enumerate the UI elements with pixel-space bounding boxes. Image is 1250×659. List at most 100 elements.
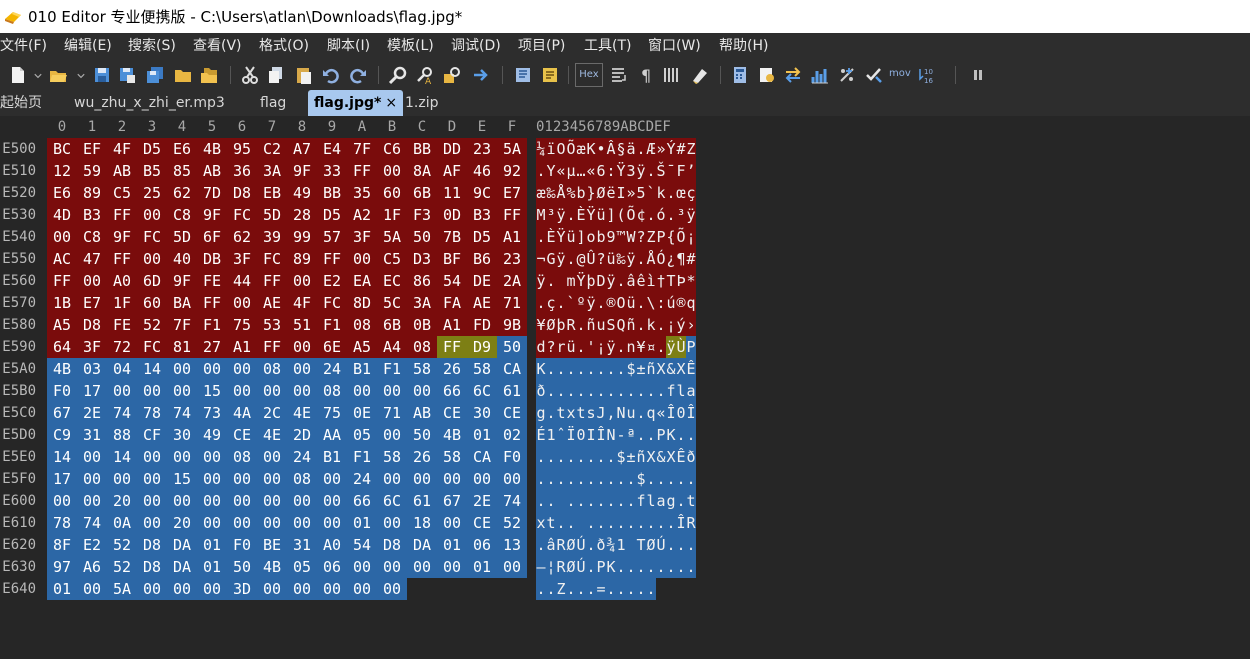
ascii-char[interactable]: . [666,468,676,490]
ascii-char[interactable]: ‰ [616,248,626,270]
hex-byte[interactable]: DE [467,270,497,292]
ascii-char[interactable]: . [676,468,686,490]
hex-byte[interactable]: 11 [437,182,467,204]
hex-byte[interactable]: 00 [167,380,197,402]
hex-byte[interactable]: 9B [497,314,527,336]
hex-byte[interactable]: CF [137,424,167,446]
hex-byte[interactable]: A0 [317,534,347,556]
ascii-char[interactable]: P [656,226,666,248]
hex-byte[interactable]: 3D [227,578,257,600]
hex-byte[interactable]: 00 [197,358,227,380]
hex-byte[interactable]: 95 [227,138,257,160]
hex-byte[interactable]: 00 [257,446,287,468]
ascii-char[interactable]: Ø [546,314,556,336]
ascii-char[interactable]: l [676,380,686,402]
ascii-char[interactable]: . [676,534,686,556]
hex-byte[interactable]: 62 [227,226,257,248]
ascii-char[interactable]: F [676,160,686,182]
hex-byte[interactable]: 00 [497,468,527,490]
ascii-char[interactable]: . [636,402,646,424]
ascii-char[interactable]: . [666,204,676,226]
hex-byte[interactable]: 58 [377,446,407,468]
hex-byte[interactable]: 3F [77,336,107,358]
ascii-char[interactable]: . [646,160,656,182]
hex-byte[interactable]: FC [257,248,287,270]
ascii-char[interactable]: . [646,424,656,446]
hex-byte[interactable]: BB [407,138,437,160]
hex-byte[interactable]: 5A [107,578,137,600]
ascii-char[interactable]: N [606,424,616,446]
ascii-char[interactable]: . [536,578,546,600]
ascii-char[interactable]: . [626,512,636,534]
pilcrow-icon[interactable]: ¶ [637,65,657,85]
hex-byte[interactable]: 00 [197,578,227,600]
ascii-char[interactable]: â [626,270,636,292]
ascii-char[interactable]: R [566,314,576,336]
ascii-char[interactable]: b [576,182,586,204]
ascii-char[interactable]: ý [676,314,686,336]
ascii-char[interactable]: Ø [566,556,576,578]
ascii-char[interactable]: . [646,468,656,490]
hex-byte[interactable]: 67 [437,490,467,512]
ascii-char[interactable]: Â [606,138,616,160]
hex-byte[interactable]: FF [257,336,287,358]
ascii-char[interactable]: 5 [636,182,646,204]
hex-byte[interactable]: F1 [377,358,407,380]
ascii-char[interactable]: ÿ [536,270,546,292]
ascii-char[interactable]: þ [586,270,596,292]
ascii-char[interactable]: . [686,556,696,578]
ascii-char[interactable]: 6 [596,160,606,182]
ascii-char[interactable]: Õ [626,204,636,226]
hex-byte[interactable]: 00 [377,380,407,402]
ascii-char[interactable]: . [566,578,576,600]
hex-byte[interactable]: FC [137,336,167,358]
hex-byte[interactable]: FF [437,336,467,358]
hex-byte[interactable]: 6E [317,336,347,358]
hex-byte[interactable]: 1B [47,292,77,314]
hex-byte[interactable]: A5 [347,336,377,358]
ascii-char[interactable]: ? [596,248,606,270]
ascii-char[interactable]: ñ [626,314,636,336]
ascii-char[interactable]: g [536,402,546,424]
hex-byte[interactable]: F1 [317,314,347,336]
hex-byte[interactable]: D5 [137,138,167,160]
menu-item-4[interactable]: 格式(O) [259,33,317,60]
cut-icon[interactable] [240,65,260,85]
ascii-char[interactable]: d [536,336,546,358]
ascii-char[interactable]: Ø [596,182,606,204]
hex-byte[interactable]: 73 [197,402,227,424]
hex-byte[interactable]: E4 [317,138,347,160]
hex-byte[interactable]: 99 [287,226,317,248]
ascii-char[interactable]: † [656,270,666,292]
hex-byte[interactable]: 00 [497,556,527,578]
ascii-char[interactable]: K [606,556,616,578]
hex-byte[interactable]: A1 [497,226,527,248]
hex-byte[interactable]: 26 [437,358,467,380]
hex-byte[interactable]: 00 [347,578,377,600]
hex-byte[interactable]: 6B [377,314,407,336]
ascii-char[interactable]: ñ [636,446,646,468]
hex-byte[interactable]: 60 [137,292,167,314]
hex-byte[interactable]: 31 [287,534,317,556]
ascii-char[interactable]: » [656,138,666,160]
histogram-icon[interactable] [810,65,830,85]
ascii-char[interactable]: . [576,336,586,358]
hex-byte[interactable]: 4E [257,424,287,446]
save-all-icon[interactable] [145,65,165,85]
ascii-char[interactable]: S [606,314,616,336]
hex-byte[interactable]: 00 [377,160,407,182]
hex-byte[interactable]: FF [257,270,287,292]
ascii-char[interactable]: ð [596,534,606,556]
hex-byte[interactable]: 49 [197,424,227,446]
find-in-files-icon[interactable] [442,65,462,85]
hex-byte[interactable]: 58 [467,358,497,380]
hex-byte[interactable]: D8 [137,534,167,556]
ascii-char[interactable]: ÿ [686,204,696,226]
ascii-char[interactable]: . [596,446,606,468]
hex-byte[interactable]: 00 [407,556,437,578]
ascii-char[interactable]: ¿ [666,248,676,270]
hex-byte[interactable]: 31 [77,424,107,446]
goto-icon[interactable] [471,65,491,85]
ascii-char[interactable]: . [536,292,546,314]
hex-byte[interactable]: 5A [377,226,407,248]
